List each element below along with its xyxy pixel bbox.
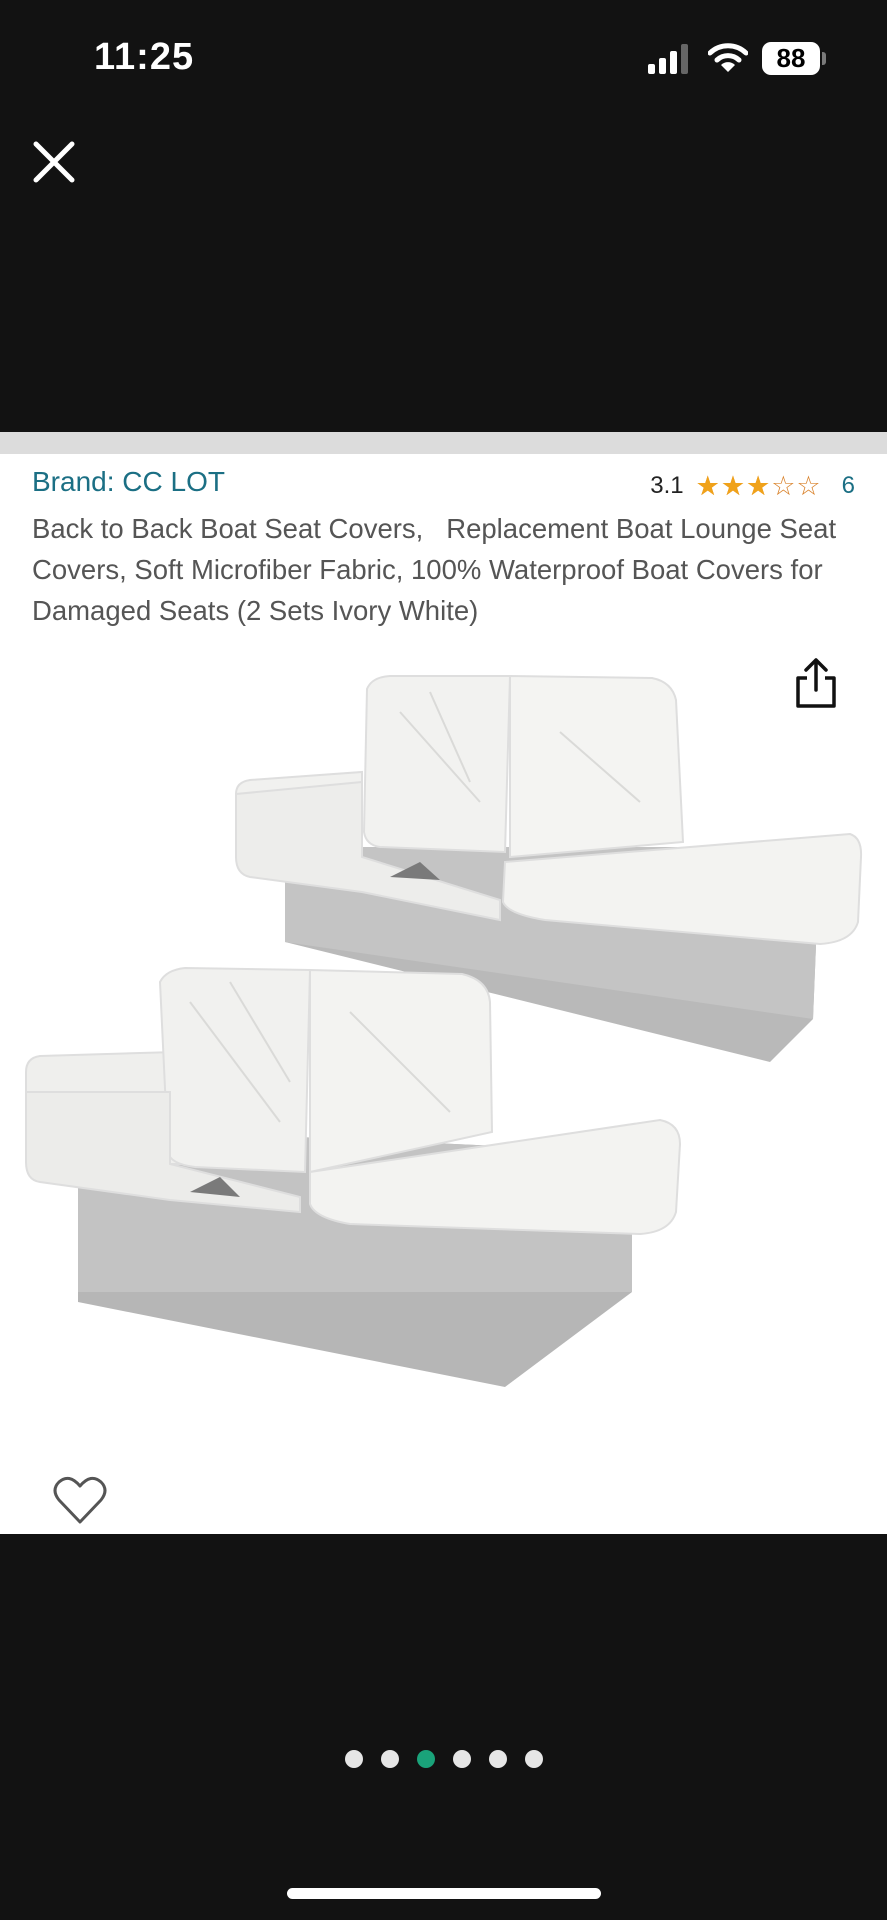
- close-icon[interactable]: [28, 136, 80, 188]
- carousel-dot[interactable]: [488, 1750, 507, 1768]
- status-bar: 11:25 88: [0, 0, 887, 110]
- cellular-signal-icon: [648, 44, 688, 74]
- rating-value: 3.1: [650, 472, 684, 499]
- carousel-dot[interactable]: [380, 1750, 399, 1768]
- carousel-dot[interactable]: [524, 1750, 543, 1768]
- brand-link[interactable]: Brand: CC LOT: [32, 466, 225, 498]
- carousel-dot-active[interactable]: [416, 1750, 435, 1768]
- carousel-indicator: [0, 1750, 887, 1774]
- product-title: Back to Back Boat Seat Covers, Replaceme…: [32, 513, 844, 626]
- star-rating: ☆☆☆☆☆ ★★★★★: [695, 470, 822, 501]
- wifi-icon: [708, 43, 748, 72]
- carousel-dot[interactable]: [344, 1750, 363, 1768]
- product-image[interactable]: [0, 652, 887, 1532]
- home-indicator: [287, 1888, 601, 1899]
- card-divider: [0, 432, 887, 454]
- battery-indicator: 88: [762, 42, 820, 75]
- carousel-dot[interactable]: [452, 1750, 471, 1768]
- front-seat: [25, 966, 682, 1387]
- rating-summary[interactable]: 3.1 ☆☆☆☆☆ ★★★★★ 6: [650, 472, 855, 500]
- battery-cap: [822, 52, 826, 65]
- heart-icon[interactable]: [52, 1474, 108, 1526]
- rating-count: 6: [841, 472, 855, 499]
- share-icon[interactable]: [790, 656, 842, 712]
- product-card: Brand: CC LOT 3.1 ☆☆☆☆☆ ★★★★★ 6 Back to …: [0, 432, 887, 1534]
- status-time: 11:25: [94, 36, 195, 78]
